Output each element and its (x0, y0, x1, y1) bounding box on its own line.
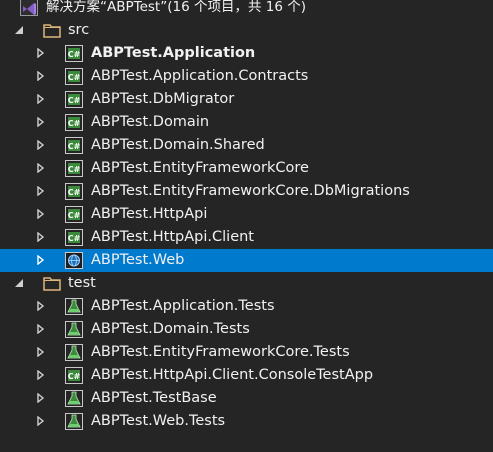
svg-text:C#: C# (68, 188, 81, 197)
test-project-icon (65, 413, 83, 430)
project-node[interactable]: ABPTest.Domain.Tests (0, 318, 493, 341)
visual-studio-solution-icon (20, 0, 38, 16)
collapse-arrow-icon[interactable] (36, 186, 46, 196)
project-label: ABPTest.EntityFrameworkCore (91, 160, 309, 176)
solution-label: 解决方案“ABPTest”(16 个项目，共 16 个) (46, 0, 306, 15)
csharp-project-icon: C# (65, 160, 83, 177)
csharp-project-icon: C# (65, 68, 83, 85)
collapse-arrow-icon[interactable] (36, 232, 46, 242)
project-node[interactable]: C# ABPTest.Application (0, 42, 493, 65)
solution-explorer-tree: 解决方案“ABPTest”(16 个项目，共 16 个) src C# ABPT… (0, 0, 493, 452)
solution-node[interactable]: 解决方案“ABPTest”(16 个项目，共 16 个) (0, 0, 493, 19)
test-project-icon (65, 390, 83, 407)
folder-node-src[interactable]: src (0, 19, 493, 42)
project-node[interactable]: ABPTest.Web.Tests (0, 410, 493, 433)
project-label: ABPTest.Web (91, 252, 185, 268)
svg-text:C#: C# (68, 142, 81, 151)
svg-text:C#: C# (68, 372, 81, 381)
svg-text:C#: C# (68, 50, 81, 59)
project-node[interactable]: ABPTest.Application.Tests (0, 295, 493, 318)
svg-text:C#: C# (68, 211, 81, 220)
project-label: ABPTest.Web.Tests (91, 413, 226, 429)
project-label: ABPTest.Application.Contracts (91, 68, 309, 84)
expand-arrow-icon[interactable] (14, 25, 24, 35)
project-label: ABPTest.EntityFrameworkCore.Tests (91, 344, 350, 360)
project-label: ABPTest.DbMigrator (91, 91, 235, 107)
svg-text:C#: C# (68, 119, 81, 128)
collapse-arrow-icon[interactable] (36, 255, 46, 265)
project-label: ABPTest.TestBase (91, 390, 217, 406)
csharp-project-icon: C# (65, 45, 83, 62)
csharp-project-icon: C# (65, 91, 83, 108)
collapse-arrow-icon[interactable] (36, 163, 46, 173)
collapse-arrow-icon[interactable] (36, 117, 46, 127)
project-node[interactable]: C# ABPTest.Domain.Shared (0, 134, 493, 157)
project-node-selected[interactable]: ABPTest.Web (0, 249, 493, 272)
csharp-project-icon: C# (65, 137, 83, 154)
web-project-icon (65, 252, 83, 269)
project-node[interactable]: ABPTest.TestBase (0, 387, 493, 410)
project-node[interactable]: ABPTest.EntityFrameworkCore.Tests (0, 341, 493, 364)
folder-icon (43, 275, 61, 292)
collapse-arrow-icon[interactable] (36, 416, 46, 426)
collapse-arrow-icon[interactable] (36, 48, 46, 58)
test-project-icon (65, 344, 83, 361)
expand-arrow-icon[interactable] (14, 278, 24, 288)
project-node[interactable]: C# ABPTest.Domain (0, 111, 493, 134)
project-node[interactable]: C# ABPTest.HttpApi.Client (0, 226, 493, 249)
folder-icon (43, 22, 61, 39)
test-project-icon (65, 298, 83, 315)
project-label: ABPTest.HttpApi.Client (91, 229, 254, 245)
project-label: ABPTest.Domain (91, 114, 210, 130)
svg-text:C#: C# (68, 165, 81, 174)
collapse-arrow-icon[interactable] (36, 140, 46, 150)
project-label: ABPTest.Domain.Shared (91, 137, 265, 153)
collapse-arrow-icon[interactable] (36, 370, 46, 380)
collapse-arrow-icon[interactable] (36, 71, 46, 81)
csharp-project-icon: C# (65, 206, 83, 223)
project-label: ABPTest.HttpApi.Client.ConsoleTestApp (91, 367, 374, 383)
folder-node-test[interactable]: test (0, 272, 493, 295)
folder-label-src: src (68, 22, 90, 38)
csharp-project-icon: C# (65, 229, 83, 246)
csharp-project-icon: C# (65, 183, 83, 200)
project-label: ABPTest.HttpApi (91, 206, 208, 222)
project-node[interactable]: C# ABPTest.EntityFrameworkCore.DbMigrati… (0, 180, 493, 203)
project-label: ABPTest.Application (91, 45, 256, 61)
project-node[interactable]: C# ABPTest.EntityFrameworkCore (0, 157, 493, 180)
project-label: ABPTest.Domain.Tests (91, 321, 250, 337)
svg-text:C#: C# (68, 73, 81, 82)
project-label: ABPTest.Application.Tests (91, 298, 275, 314)
test-project-icon (65, 321, 83, 338)
collapse-arrow-icon[interactable] (36, 393, 46, 403)
collapse-arrow-icon[interactable] (36, 347, 46, 357)
collapse-arrow-icon[interactable] (36, 324, 46, 334)
project-label: ABPTest.EntityFrameworkCore.DbMigrations (91, 183, 410, 199)
collapse-arrow-icon[interactable] (36, 94, 46, 104)
project-node[interactable]: C# ABPTest.DbMigrator (0, 88, 493, 111)
collapse-arrow-icon[interactable] (36, 301, 46, 311)
project-node[interactable]: C# ABPTest.HttpApi.Client.ConsoleTestApp (0, 364, 493, 387)
csharp-project-icon: C# (65, 114, 83, 131)
svg-text:C#: C# (68, 234, 81, 243)
folder-label-test: test (68, 275, 96, 291)
project-node[interactable]: C# ABPTest.Application.Contracts (0, 65, 493, 88)
csharp-project-icon: C# (65, 367, 83, 384)
collapse-arrow-icon[interactable] (36, 209, 46, 219)
project-node[interactable]: C# ABPTest.HttpApi (0, 203, 493, 226)
svg-text:C#: C# (68, 96, 81, 105)
